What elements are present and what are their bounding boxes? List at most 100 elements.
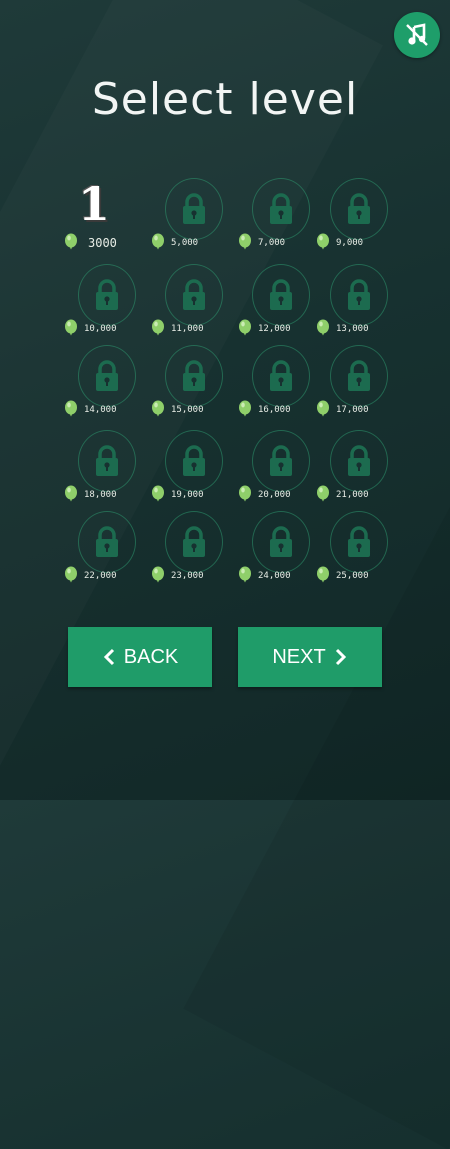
music-off-icon bbox=[406, 23, 428, 46]
level-score: 18,000 bbox=[84, 490, 117, 500]
lock-icon bbox=[270, 445, 292, 476]
level-number: 1 bbox=[78, 177, 111, 231]
balloon-icon bbox=[238, 400, 252, 418]
level-cell[interactable]: 16,000 bbox=[238, 342, 328, 426]
level-ring bbox=[330, 430, 388, 492]
level-score: 20,000 bbox=[258, 490, 291, 500]
balloon-icon bbox=[238, 485, 252, 503]
level-ring bbox=[330, 264, 388, 326]
level-score: 12,000 bbox=[258, 324, 291, 334]
lock-icon bbox=[348, 279, 370, 310]
lock-icon bbox=[183, 279, 205, 310]
music-toggle-button[interactable] bbox=[394, 12, 440, 58]
level-cell[interactable]: 23,000 bbox=[151, 508, 241, 592]
level-grid: 1 3000 5,000 7,000 9,000 10,000 11,000 12,000 13… bbox=[0, 175, 450, 595]
back-button[interactable]: BACK bbox=[68, 627, 212, 687]
level-cell[interactable]: 20,000 bbox=[238, 427, 328, 511]
level-ring bbox=[78, 511, 136, 573]
level-score: 7,000 bbox=[258, 238, 286, 248]
balloon-icon bbox=[238, 566, 252, 584]
balloon-icon bbox=[151, 319, 165, 337]
level-cell[interactable]: 13,000 bbox=[316, 261, 406, 345]
level-score: 9,000 bbox=[336, 238, 364, 248]
balloon-icon bbox=[316, 400, 330, 418]
lock-icon bbox=[183, 193, 205, 224]
level-cell[interactable]: 10,000 bbox=[64, 261, 154, 345]
balloon-icon bbox=[64, 566, 78, 584]
lock-icon bbox=[270, 279, 292, 310]
lock-icon bbox=[183, 526, 205, 557]
level-score: 22,000 bbox=[84, 571, 117, 581]
lock-icon bbox=[183, 360, 205, 391]
level-score: 5,000 bbox=[171, 238, 199, 248]
lock-icon bbox=[270, 526, 292, 557]
level-ring bbox=[252, 345, 310, 407]
level-cell[interactable]: 25,000 bbox=[316, 508, 406, 592]
page-title: Select level bbox=[91, 74, 359, 125]
balloon-icon bbox=[316, 233, 330, 251]
level-score: 25,000 bbox=[336, 571, 369, 581]
level-score: 21,000 bbox=[336, 490, 369, 500]
balloon-icon bbox=[316, 319, 330, 337]
lock-icon bbox=[183, 445, 205, 476]
level-score: 19,000 bbox=[171, 490, 204, 500]
lock-icon bbox=[96, 360, 118, 391]
lock-icon bbox=[270, 360, 292, 391]
balloon-icon bbox=[151, 566, 165, 584]
lock-icon bbox=[348, 360, 370, 391]
next-button[interactable]: NEXT bbox=[238, 627, 382, 687]
balloon-icon bbox=[151, 233, 165, 251]
level-score: 24,000 bbox=[258, 571, 291, 581]
level-cell[interactable]: 1 3000 bbox=[64, 175, 154, 259]
lock-icon bbox=[348, 445, 370, 476]
chevron-left-icon bbox=[103, 648, 114, 666]
lock-icon bbox=[270, 193, 292, 224]
balloon-icon bbox=[64, 319, 78, 337]
level-score: 13,000 bbox=[336, 324, 369, 334]
lock-icon bbox=[96, 445, 118, 476]
level-score: 15,000 bbox=[171, 405, 204, 415]
level-ring bbox=[330, 345, 388, 407]
level-ring bbox=[330, 178, 388, 240]
level-cell[interactable]: 21,000 bbox=[316, 427, 406, 511]
level-cell[interactable]: 24,000 bbox=[238, 508, 328, 592]
level-ring bbox=[78, 345, 136, 407]
balloon-icon bbox=[151, 400, 165, 418]
balloon-icon bbox=[316, 566, 330, 584]
level-cell[interactable]: 18,000 bbox=[64, 427, 154, 511]
level-score: 14,000 bbox=[84, 405, 117, 415]
balloon-icon bbox=[64, 485, 78, 503]
level-score: 3000 bbox=[88, 236, 117, 250]
chevron-right-icon bbox=[335, 648, 346, 666]
level-ring bbox=[165, 264, 223, 326]
level-ring bbox=[252, 511, 310, 573]
level-cell[interactable]: 17,000 bbox=[316, 342, 406, 426]
balloon-icon bbox=[151, 485, 165, 503]
lock-icon bbox=[96, 279, 118, 310]
level-cell[interactable]: 11,000 bbox=[151, 261, 241, 345]
level-cell[interactable]: 5,000 bbox=[151, 175, 241, 259]
level-score: 11,000 bbox=[171, 324, 204, 334]
level-cell[interactable]: 15,000 bbox=[151, 342, 241, 426]
level-ring bbox=[78, 430, 136, 492]
level-ring bbox=[78, 264, 136, 326]
level-score: 16,000 bbox=[258, 405, 291, 415]
level-cell[interactable]: 22,000 bbox=[64, 508, 154, 592]
level-cell[interactable]: 12,000 bbox=[238, 261, 328, 345]
lock-icon bbox=[348, 526, 370, 557]
level-ring bbox=[165, 511, 223, 573]
back-button-label: BACK bbox=[123, 645, 179, 668]
level-ring bbox=[252, 264, 310, 326]
level-ring bbox=[165, 178, 223, 240]
level-cell[interactable]: 9,000 bbox=[316, 175, 406, 259]
level-cell[interactable]: 14,000 bbox=[64, 342, 154, 426]
level-cell[interactable]: 19,000 bbox=[151, 427, 241, 511]
level-ring bbox=[165, 345, 223, 407]
next-button-label: NEXT bbox=[272, 645, 326, 668]
level-ring bbox=[252, 178, 310, 240]
balloon-icon bbox=[316, 485, 330, 503]
lock-icon bbox=[96, 526, 118, 557]
level-score: 10,000 bbox=[84, 324, 117, 334]
level-score: 23,000 bbox=[171, 571, 204, 581]
level-cell[interactable]: 7,000 bbox=[238, 175, 328, 259]
